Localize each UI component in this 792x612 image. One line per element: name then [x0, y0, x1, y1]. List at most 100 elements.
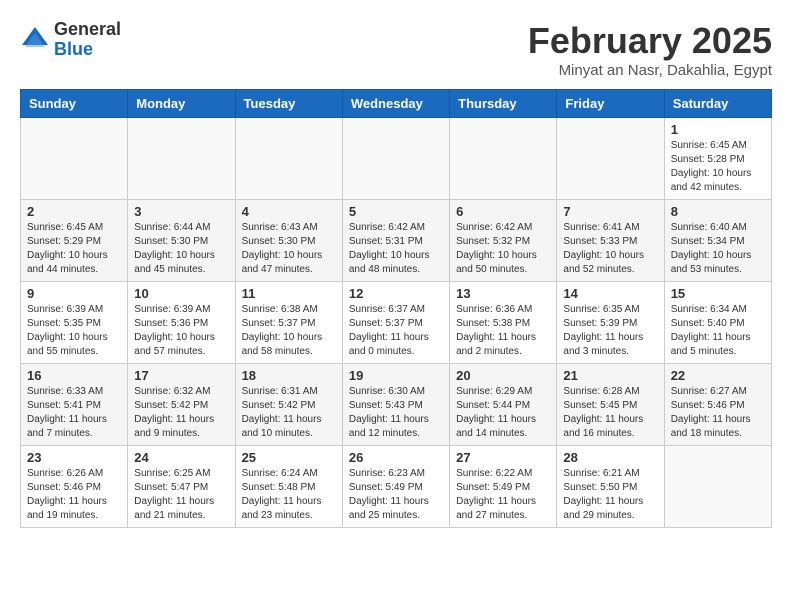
day-info: Sunrise: 6:28 AM Sunset: 5:45 PM Dayligh…	[563, 385, 657, 441]
day-info: Sunrise: 6:32 AM Sunset: 5:42 PM Dayligh…	[134, 385, 228, 441]
calendar-table: SundayMondayTuesdayWednesdayThursdayFrid…	[20, 89, 772, 528]
calendar-cell: 27 Sunrise: 6:22 AM Sunset: 5:49 PM Dayli…	[450, 446, 557, 528]
weekday-header-monday: Monday	[128, 90, 235, 118]
calendar-cell: 19 Sunrise: 6:30 AM Sunset: 5:43 PM Dayli…	[342, 364, 449, 446]
day-info: Sunrise: 6:41 AM Sunset: 5:33 PM Dayligh…	[563, 221, 657, 277]
day-number: 28	[563, 450, 657, 465]
page-header: General Blue February 2025 Minyat an Nas…	[20, 20, 772, 79]
day-number: 25	[242, 450, 336, 465]
calendar-cell: 6 Sunrise: 6:42 AM Sunset: 5:32 PM Daylig…	[450, 200, 557, 282]
calendar-cell: 24Sunrise: 6:25 AM Sunset: 5:47 PM Dayli…	[128, 446, 235, 528]
calendar-cell: 11 Sunrise: 6:38 AM Sunset: 5:37 PM Dayli…	[235, 282, 342, 364]
calendar-cell: 4 Sunrise: 6:43 AM Sunset: 5:30 PM Daylig…	[235, 200, 342, 282]
day-info: Sunrise: 6:38 AM Sunset: 5:37 PM Dayligh…	[242, 303, 336, 359]
calendar-cell: 20Sunrise: 6:29 AM Sunset: 5:44 PM Dayli…	[450, 364, 557, 446]
day-info: Sunrise: 6:24 AM Sunset: 5:48 PM Dayligh…	[242, 467, 336, 523]
calendar-cell	[664, 446, 771, 528]
day-info: Sunrise: 6:30 AM Sunset: 5:43 PM Dayligh…	[349, 385, 443, 441]
weekday-header-wednesday: Wednesday	[342, 90, 449, 118]
calendar-title: February 2025	[528, 20, 772, 62]
day-info: Sunrise: 6:29 AM Sunset: 5:44 PM Dayligh…	[456, 385, 550, 441]
weekday-header-sunday: Sunday	[21, 90, 128, 118]
week-row-1: 1Sunrise: 6:45 AM Sunset: 5:28 PM Daylig…	[21, 118, 772, 200]
calendar-cell: 3 Sunrise: 6:44 AM Sunset: 5:30 PM Daylig…	[128, 200, 235, 282]
logo-text: General Blue	[54, 20, 121, 60]
calendar-cell	[557, 118, 664, 200]
day-number: 22	[671, 368, 765, 383]
calendar-cell: 21Sunrise: 6:28 AM Sunset: 5:45 PM Dayli…	[557, 364, 664, 446]
calendar-cell: 18 Sunrise: 6:31 AM Sunset: 5:42 PM Dayli…	[235, 364, 342, 446]
day-info: Sunrise: 6:42 AM Sunset: 5:32 PM Dayligh…	[456, 221, 550, 277]
day-info: Sunrise: 6:39 AM Sunset: 5:35 PM Dayligh…	[27, 303, 121, 359]
calendar-cell	[235, 118, 342, 200]
week-row-3: 9 Sunrise: 6:39 AM Sunset: 5:35 PM Daylig…	[21, 282, 772, 364]
calendar-cell: 23Sunrise: 6:26 AM Sunset: 5:46 PM Dayli…	[21, 446, 128, 528]
logo-general-text: General	[54, 20, 121, 40]
day-info: Sunrise: 6:22 AM Sunset: 5:49 PM Dayligh…	[456, 467, 550, 523]
calendar-cell: 26 Sunrise: 6:23 AM Sunset: 5:49 PM Dayli…	[342, 446, 449, 528]
day-number: 5	[349, 204, 443, 219]
calendar-cell: 12Sunrise: 6:37 AM Sunset: 5:37 PM Dayli…	[342, 282, 449, 364]
calendar-cell	[342, 118, 449, 200]
day-info: Sunrise: 6:40 AM Sunset: 5:34 PM Dayligh…	[671, 221, 765, 277]
calendar-cell: 5 Sunrise: 6:42 AM Sunset: 5:31 PM Daylig…	[342, 200, 449, 282]
day-number: 11	[242, 286, 336, 301]
day-info: Sunrise: 6:34 AM Sunset: 5:40 PM Dayligh…	[671, 303, 765, 359]
calendar-cell: 8 Sunrise: 6:40 AM Sunset: 5:34 PM Daylig…	[664, 200, 771, 282]
day-number: 13	[456, 286, 550, 301]
day-info: Sunrise: 6:43 AM Sunset: 5:30 PM Dayligh…	[242, 221, 336, 277]
day-number: 26	[349, 450, 443, 465]
weekday-header-friday: Friday	[557, 90, 664, 118]
day-info: Sunrise: 6:37 AM Sunset: 5:37 PM Dayligh…	[349, 303, 443, 359]
weekday-header-saturday: Saturday	[664, 90, 771, 118]
day-number: 15	[671, 286, 765, 301]
day-info: Sunrise: 6:27 AM Sunset: 5:46 PM Dayligh…	[671, 385, 765, 441]
day-info: Sunrise: 6:42 AM Sunset: 5:31 PM Dayligh…	[349, 221, 443, 277]
calendar-cell: 22 Sunrise: 6:27 AM Sunset: 5:46 PM Dayli…	[664, 364, 771, 446]
title-section: February 2025 Minyat an Nasr, Dakahlia, …	[528, 20, 772, 79]
day-info: Sunrise: 6:35 AM Sunset: 5:39 PM Dayligh…	[563, 303, 657, 359]
day-number: 8	[671, 204, 765, 219]
calendar-cell: 7 Sunrise: 6:41 AM Sunset: 5:33 PM Daylig…	[557, 200, 664, 282]
calendar-cell: 13 Sunrise: 6:36 AM Sunset: 5:38 PM Dayli…	[450, 282, 557, 364]
calendar-cell: 9 Sunrise: 6:39 AM Sunset: 5:35 PM Daylig…	[21, 282, 128, 364]
day-info: Sunrise: 6:36 AM Sunset: 5:38 PM Dayligh…	[456, 303, 550, 359]
calendar-cell: 28 Sunrise: 6:21 AM Sunset: 5:50 PM Dayli…	[557, 446, 664, 528]
day-number: 7	[563, 204, 657, 219]
day-info: Sunrise: 6:26 AM Sunset: 5:46 PM Dayligh…	[27, 467, 121, 523]
day-number: 4	[242, 204, 336, 219]
weekday-header-tuesday: Tuesday	[235, 90, 342, 118]
week-row-4: 16Sunrise: 6:33 AM Sunset: 5:41 PM Dayli…	[21, 364, 772, 446]
day-number: 24	[134, 450, 228, 465]
day-number: 10	[134, 286, 228, 301]
day-info: Sunrise: 6:23 AM Sunset: 5:49 PM Dayligh…	[349, 467, 443, 523]
day-number: 18	[242, 368, 336, 383]
calendar-subtitle: Minyat an Nasr, Dakahlia, Egypt	[528, 62, 772, 79]
calendar-cell: 15 Sunrise: 6:34 AM Sunset: 5:40 PM Dayli…	[664, 282, 771, 364]
calendar-cell	[128, 118, 235, 200]
day-number: 27	[456, 450, 550, 465]
day-number: 6	[456, 204, 550, 219]
calendar-cell: 10Sunrise: 6:39 AM Sunset: 5:36 PM Dayli…	[128, 282, 235, 364]
day-number: 3	[134, 204, 228, 219]
day-number: 14	[563, 286, 657, 301]
day-number: 19	[349, 368, 443, 383]
weekday-header-thursday: Thursday	[450, 90, 557, 118]
day-info: Sunrise: 6:45 AM Sunset: 5:29 PM Dayligh…	[27, 221, 121, 277]
calendar-cell: 16Sunrise: 6:33 AM Sunset: 5:41 PM Dayli…	[21, 364, 128, 446]
day-info: Sunrise: 6:31 AM Sunset: 5:42 PM Dayligh…	[242, 385, 336, 441]
calendar-cell: 1Sunrise: 6:45 AM Sunset: 5:28 PM Daylig…	[664, 118, 771, 200]
calendar-cell: 25 Sunrise: 6:24 AM Sunset: 5:48 PM Dayli…	[235, 446, 342, 528]
logo-blue-text: Blue	[54, 40, 121, 60]
day-info: Sunrise: 6:44 AM Sunset: 5:30 PM Dayligh…	[134, 221, 228, 277]
calendar-cell: 17Sunrise: 6:32 AM Sunset: 5:42 PM Dayli…	[128, 364, 235, 446]
weekday-header-row: SundayMondayTuesdayWednesdayThursdayFrid…	[21, 90, 772, 118]
calendar-cell	[450, 118, 557, 200]
day-number: 9	[27, 286, 121, 301]
day-info: Sunrise: 6:33 AM Sunset: 5:41 PM Dayligh…	[27, 385, 121, 441]
day-info: Sunrise: 6:21 AM Sunset: 5:50 PM Dayligh…	[563, 467, 657, 523]
day-info: Sunrise: 6:45 AM Sunset: 5:28 PM Dayligh…	[671, 139, 765, 195]
logo-icon	[20, 25, 50, 55]
calendar-cell: 2 Sunrise: 6:45 AM Sunset: 5:29 PM Daylig…	[21, 200, 128, 282]
day-number: 2	[27, 204, 121, 219]
